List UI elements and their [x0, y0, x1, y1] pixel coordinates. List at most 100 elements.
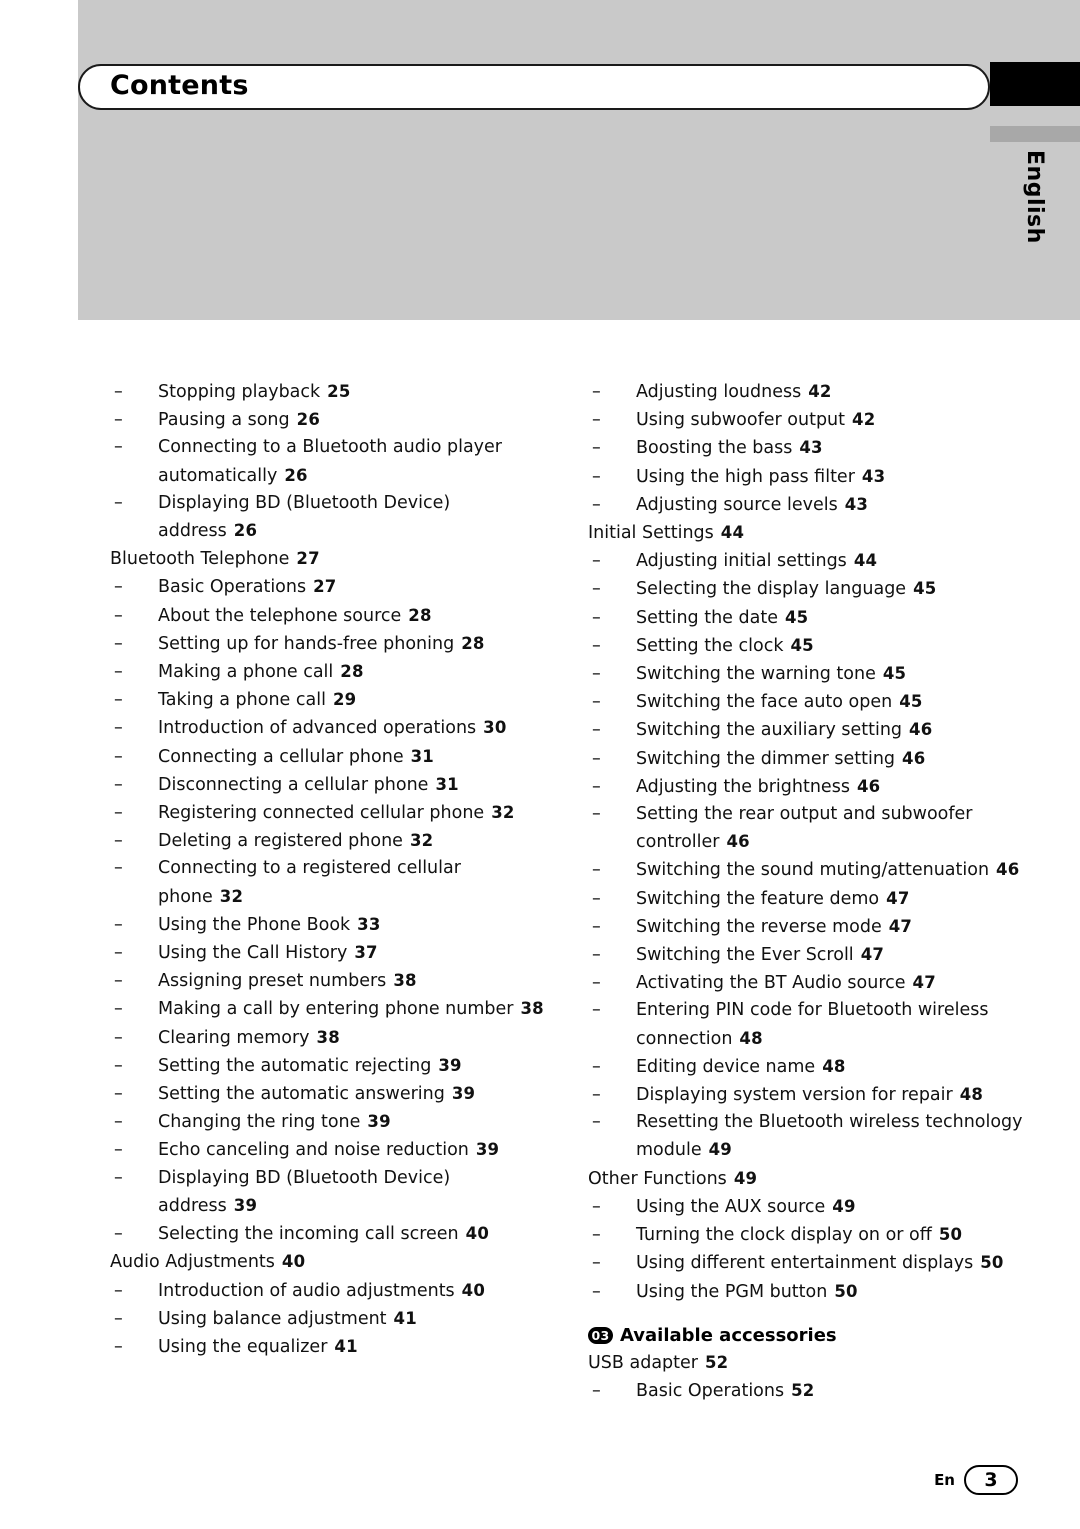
- toc-entry-label: Using subwoofer output: [636, 410, 846, 431]
- dash-icon: –: [592, 1112, 601, 1133]
- dash-icon: –: [114, 1027, 123, 1048]
- toc-entry[interactable]: – Using the PGM button 50: [588, 1278, 1058, 1306]
- toc-entry[interactable]: – Setting the automatic rejecting 39: [110, 1052, 550, 1080]
- toc-entry-page: 32: [491, 803, 515, 823]
- toc-entry[interactable]: – Switching the reverse mode 47: [588, 913, 1058, 941]
- toc-entry[interactable]: – Changing the ring tone 39: [110, 1108, 550, 1136]
- toc-entry[interactable]: – Using different entertainment displays 5…: [588, 1249, 1058, 1277]
- toc-entry[interactable]: – Using the Call History 37: [110, 939, 550, 967]
- toc-entry[interactable]: – Switching the dimmer setting 46: [588, 745, 1058, 773]
- toc-entry[interactable]: – Basic Operations 52: [588, 1377, 1058, 1405]
- toc-entry-label: Switching the sound muting/attenuation: [636, 860, 990, 881]
- toc-entry[interactable]: – Resetting the Bluetooth wireless techno…: [588, 1109, 1058, 1164]
- toc-entry[interactable]: – Selecting the display language 45: [588, 575, 1058, 603]
- toc-entry[interactable]: – About the telephone source 28: [110, 602, 550, 630]
- toc-entry[interactable]: – Using the equalizer 41: [110, 1333, 550, 1361]
- toc-entry[interactable]: – Introduction of audio adjustments 40: [110, 1277, 550, 1305]
- toc-entry[interactable]: – Switching the auxiliary setting 46: [588, 716, 1058, 744]
- toc-entry[interactable]: – Using the high pass filter 43: [588, 463, 1058, 491]
- toc-entry[interactable]: – Deleting a registered phone 32: [110, 827, 550, 855]
- toc-entry[interactable]: – Displaying system version for repair 48: [588, 1081, 1058, 1109]
- toc-entry[interactable]: – Adjusting the brightness 46: [588, 773, 1058, 801]
- toc-entry-page: 39: [233, 1195, 258, 1215]
- dash-icon: –: [114, 914, 123, 935]
- toc-entry[interactable]: – Connecting a cellular phone 31: [110, 743, 550, 771]
- toc-entry[interactable]: – Connecting to a Bluetooth audio player …: [110, 434, 550, 489]
- dash-icon: –: [114, 605, 123, 626]
- toc-entry-label: Introduction of advanced operations: [158, 718, 477, 739]
- toc-entry[interactable]: Bluetooth Telephone 27: [110, 545, 550, 573]
- toc-entry[interactable]: – Switching the warning tone 45: [588, 660, 1058, 688]
- toc-entry[interactable]: – Making a phone call 28: [110, 658, 550, 686]
- toc-entry-label: Basic Operations: [636, 1381, 785, 1402]
- dash-icon: –: [592, 916, 601, 937]
- toc-entry-page: 46: [909, 720, 933, 740]
- toc-entry[interactable]: – Setting the clock 45: [588, 632, 1058, 660]
- toc-entry[interactable]: – Displaying BD (Bluetooth Device) addres…: [110, 490, 550, 545]
- toc-entry-page: 40: [465, 1224, 490, 1244]
- dash-icon: –: [592, 748, 601, 769]
- toc-entry[interactable]: – Editing device name 48: [588, 1053, 1058, 1081]
- toc-entry-label: Boosting the bass: [636, 438, 793, 459]
- toc-entry[interactable]: USB adapter 52: [588, 1349, 1058, 1377]
- toc-entry-page: 47: [860, 945, 885, 965]
- toc-entry-label: Using the Phone Book: [158, 914, 351, 935]
- dash-icon: –: [592, 607, 601, 628]
- toc-entry[interactable]: – Setting the date 45: [588, 604, 1058, 632]
- toc-entry[interactable]: – Setting the rear output and subwoofer c…: [588, 801, 1058, 856]
- toc-entry[interactable]: – Assigning preset numbers 38: [110, 967, 550, 995]
- toc-entry[interactable]: – Adjusting loudness 42: [588, 378, 1058, 406]
- toc-entry[interactable]: – Setting up for hands-free phoning 28: [110, 630, 550, 658]
- toc-entry[interactable]: – Displaying BD (Bluetooth Device) addres…: [110, 1165, 550, 1220]
- toc-entry[interactable]: – Turning the clock display on or off 50: [588, 1221, 1058, 1249]
- toc-entry[interactable]: – Switching the sound muting/attenuation 4…: [588, 856, 1058, 884]
- toc-entry[interactable]: – Echo canceling and noise reduction 39: [110, 1136, 550, 1164]
- toc-entry-label: Bluetooth Telephone: [110, 549, 290, 570]
- toc-entry[interactable]: – Disconnecting a cellular phone 31: [110, 771, 550, 799]
- toc-entry[interactable]: – Introduction of advanced operations 30: [110, 714, 550, 742]
- dash-icon: –: [114, 1224, 123, 1245]
- toc-entry[interactable]: – Basic Operations 27: [110, 573, 550, 601]
- toc-entry-page: 26: [296, 410, 321, 430]
- toc-entry[interactable]: Initial Settings 44: [588, 519, 1058, 547]
- toc-entry[interactable]: – Activating the BT Audio source 47: [588, 969, 1058, 997]
- toc-entry-label: Clearing memory: [158, 1027, 310, 1048]
- toc-entry[interactable]: – Registering connected cellular phone 32: [110, 799, 550, 827]
- toc-entry[interactable]: – Taking a phone call 29: [110, 686, 550, 714]
- dash-icon: –: [114, 774, 123, 795]
- toc-entry[interactable]: – Using balance adjustment 41: [110, 1305, 550, 1333]
- toc-entry-label: Basic Operations: [158, 577, 307, 598]
- toc-entry[interactable]: – Boosting the bass 43: [588, 434, 1058, 462]
- toc-entry-label: Selecting the incoming call screen: [158, 1224, 459, 1245]
- toc-entry[interactable]: – Using the Phone Book 33: [110, 911, 550, 939]
- toc-entry[interactable]: – Switching the Ever Scroll 47: [588, 941, 1058, 969]
- toc-entry[interactable]: – Using subwoofer output 42: [588, 406, 1058, 434]
- dash-icon: –: [592, 664, 601, 685]
- toc-entry[interactable]: – Setting the automatic answering 39: [110, 1080, 550, 1108]
- toc-entry[interactable]: – Adjusting source levels 43: [588, 491, 1058, 519]
- toc-entry[interactable]: – Stopping playback 25: [110, 378, 550, 406]
- toc-entry[interactable]: – Adjusting initial settings 44: [588, 547, 1058, 575]
- toc-entry[interactable]: – Using the AUX source 49: [588, 1193, 1058, 1221]
- dash-icon: –: [114, 1167, 123, 1188]
- toc-entry-page: 43: [844, 494, 869, 514]
- toc-entry[interactable]: – Pausing a song 26: [110, 406, 550, 434]
- toc-entry[interactable]: – Clearing memory 38: [110, 1024, 550, 1052]
- toc-entry[interactable]: – Entering PIN code for Bluetooth wireles…: [588, 997, 1058, 1052]
- toc-entry-page: 46: [996, 860, 1020, 880]
- toc-entry[interactable]: – Connecting to a registered cellular pho…: [110, 855, 550, 910]
- toc-entry[interactable]: – Switching the feature demo 47: [588, 885, 1058, 913]
- toc-entry-page: 44: [720, 523, 745, 543]
- toc-entry[interactable]: – Making a call by entering phone number 3…: [110, 995, 550, 1023]
- toc-entry-page: 50: [980, 1253, 1004, 1273]
- toc-entry-label: Adjusting source levels: [636, 494, 838, 515]
- toc-entry[interactable]: – Selecting the incoming call screen 40: [110, 1220, 550, 1248]
- toc-entry[interactable]: Other Functions 49: [588, 1165, 1058, 1193]
- toc-entry[interactable]: Audio Adjustments 40: [110, 1248, 550, 1276]
- dash-icon: –: [592, 804, 601, 825]
- dash-icon: –: [114, 577, 123, 598]
- toc-entry[interactable]: – Switching the face auto open 45: [588, 688, 1058, 716]
- toc-entry-page: 50: [834, 1281, 858, 1301]
- dash-icon: –: [592, 1056, 601, 1077]
- toc-entry-label: Switching the reverse mode: [636, 916, 882, 937]
